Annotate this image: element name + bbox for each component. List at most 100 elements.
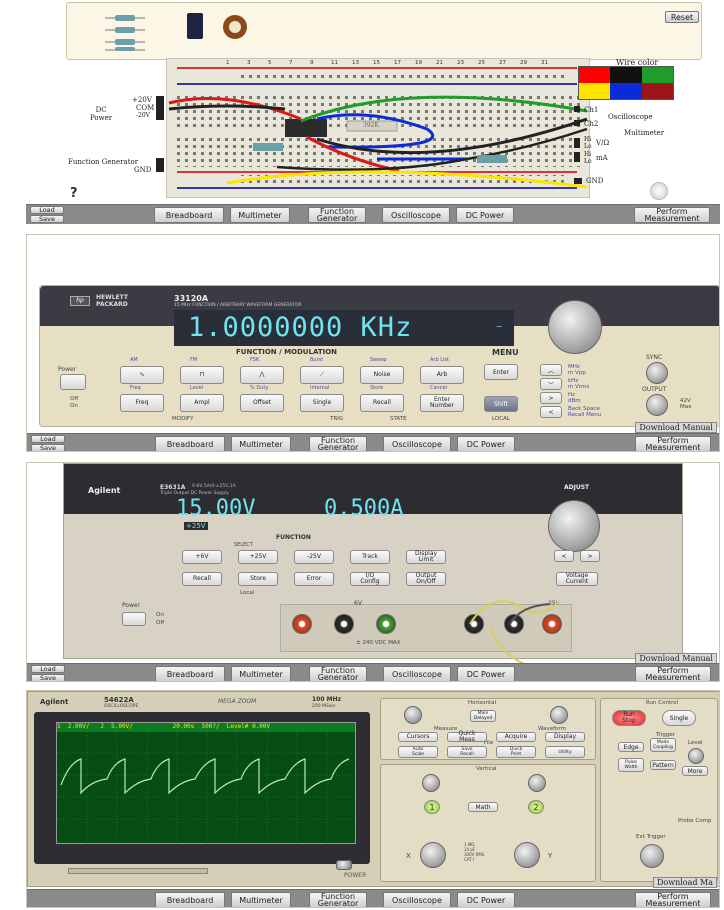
reset-button[interactable]: Reset — [665, 11, 699, 23]
ch2-button[interactable]: 2 — [528, 800, 544, 814]
breadboard-tab[interactable]: Breadboard — [155, 892, 225, 907]
wire-color-green[interactable] — [641, 67, 673, 83]
vohm-terminal[interactable] — [574, 138, 580, 148]
multimeter-tab[interactable]: Multimeter — [231, 892, 291, 907]
breadboard-tab[interactable]: Breadboard — [154, 207, 224, 223]
enter-button[interactable]: Enter — [484, 364, 518, 380]
ch2-input-connector[interactable] — [514, 842, 540, 868]
fg-function-button-1[interactable]: ∿ — [120, 366, 164, 384]
oscilloscope-tab[interactable]: Oscilloscope — [383, 436, 451, 451]
breadboard[interactable]: 392K — [166, 58, 590, 198]
osc-power-button[interactable] — [336, 860, 352, 870]
save-button[interactable]: Save — [31, 444, 65, 451]
dc-adjust-knob[interactable] — [548, 500, 600, 552]
fg-function-button-5[interactable]: Noise — [360, 366, 404, 384]
wire-color-red[interactable] — [579, 67, 611, 83]
osc-file-button-2[interactable]: Save Recall — [447, 746, 487, 758]
sync-connector[interactable] — [646, 362, 668, 384]
ch1-terminal[interactable] — [574, 106, 580, 112]
oscilloscope-tab[interactable]: Oscilloscope — [382, 207, 450, 223]
fg-modify-button-4[interactable]: Single — [300, 394, 344, 412]
wire-color-yellow[interactable] — [579, 83, 611, 99]
output-connector[interactable] — [646, 394, 668, 416]
oscilloscope-tab[interactable]: Oscilloscope — [383, 666, 451, 681]
dc-power-button[interactable] — [122, 612, 146, 626]
fg-download-manual-link[interactable]: Download Manual — [635, 422, 717, 433]
wire-color-black[interactable] — [610, 67, 642, 83]
save-button[interactable]: Save — [31, 674, 65, 681]
terminal-6v-com[interactable] — [334, 614, 354, 634]
load-button[interactable]: Load — [31, 435, 65, 443]
fg-terminal-block[interactable] — [156, 158, 164, 172]
dc-control-button-3[interactable]: Error — [294, 572, 334, 586]
gnd-right-terminal[interactable] — [574, 178, 582, 184]
dc-left-arrow[interactable]: < — [554, 550, 574, 562]
load-button[interactable]: Load — [30, 206, 64, 214]
function-generator-tab[interactable]: Function Generator — [309, 436, 367, 451]
function-generator-tab[interactable]: Function Generator — [309, 666, 367, 681]
ch2-volts-knob[interactable] — [528, 774, 546, 792]
dc-function-button-5[interactable]: Display Limit — [406, 550, 446, 564]
dc-control-button-1[interactable]: Recall — [182, 572, 222, 586]
wire-color-palette[interactable] — [578, 66, 674, 100]
osc-measure-button-1[interactable]: Cursors — [398, 732, 438, 742]
arrow-down-button[interactable]: ﹀ — [540, 378, 562, 390]
trigger-more-button[interactable]: More — [682, 766, 708, 776]
dc-function-button-1[interactable]: +6V — [182, 550, 222, 564]
oscilloscope-tab[interactable]: Oscilloscope — [383, 892, 451, 907]
math-button[interactable]: Math — [468, 802, 498, 812]
perform-measurement-button[interactable]: Perform Measurement — [635, 666, 711, 681]
ch1-button[interactable]: 1 — [424, 800, 440, 814]
trigger-edge-button[interactable]: Edge — [618, 742, 644, 752]
osc-measure-button-3[interactable]: Acquire — [496, 732, 536, 742]
multimeter-tab[interactable]: Multimeter — [230, 207, 290, 223]
trigger-pattern-button[interactable]: Pattern — [650, 760, 676, 770]
breadboard-tab[interactable]: Breadboard — [155, 666, 225, 681]
horizontal-position-knob[interactable] — [550, 706, 568, 724]
inductor-part[interactable] — [223, 15, 247, 39]
fg-modify-button-3[interactable]: Offset — [240, 394, 284, 412]
ch2-terminal[interactable] — [574, 120, 580, 126]
multimeter-tab[interactable]: Multimeter — [231, 666, 291, 681]
function-generator-tab[interactable]: Function Generator — [309, 892, 367, 907]
function-generator-tab[interactable]: Function Generator — [308, 207, 366, 223]
single-button[interactable]: Single — [662, 710, 696, 726]
arrow-up-button[interactable]: ︿ — [540, 364, 562, 376]
ch1-volts-knob[interactable] — [422, 774, 440, 792]
voltage-current-button[interactable]: Voltage Current — [556, 572, 598, 586]
trigger-mode-button[interactable]: Mode Coupling — [650, 738, 676, 752]
horizontal-scale-knob[interactable] — [404, 706, 422, 724]
fg-modify-button-1[interactable]: Freq — [120, 394, 164, 412]
arrow-right-button[interactable]: > — [540, 392, 562, 404]
terminal-ground[interactable] — [376, 614, 396, 634]
dc-power-tab[interactable]: DC Power — [456, 207, 514, 223]
main-delayed-button[interactable]: Main Delayed — [470, 710, 496, 722]
multimeter-tab[interactable]: Multimeter — [231, 436, 291, 451]
floppy-slot[interactable] — [68, 868, 208, 874]
fg-function-button-3[interactable]: ⋀ — [240, 366, 284, 384]
dc-power-tab[interactable]: DC Power — [457, 436, 515, 451]
dc-function-button-4[interactable]: Track — [350, 550, 390, 564]
dc-control-button-5[interactable]: Output On/Off — [406, 572, 446, 586]
trigger-level-knob[interactable] — [688, 748, 704, 764]
trigger-pulse-button[interactable]: Pulse Width — [618, 758, 644, 772]
breadboard-tab[interactable]: Breadboard — [155, 436, 225, 451]
wire-color-blue[interactable] — [610, 83, 642, 99]
osc-file-button-1[interactable]: Auto Scale — [398, 746, 438, 758]
fg-modify-button-2[interactable]: Ampl — [180, 394, 224, 412]
fg-modify-button-5[interactable]: Recall — [360, 394, 404, 412]
run-stop-button[interactable]: Run Stop — [612, 710, 646, 726]
fg-function-button-4[interactable]: ⟋ — [300, 366, 344, 384]
ext-trigger-connector[interactable] — [640, 844, 664, 868]
dc-control-button-2[interactable]: Store — [238, 572, 278, 586]
dc-right-arrow[interactable]: > — [580, 550, 600, 562]
osc-measure-button-2[interactable]: Quick Meas — [447, 731, 487, 743]
dc-function-button-2[interactable]: +25V — [238, 550, 278, 564]
dc-power-tab[interactable]: DC Power — [457, 666, 515, 681]
resistor-parts[interactable] — [105, 13, 145, 51]
osc-download-manual-link[interactable]: Download Ma — [653, 877, 717, 888]
capacitor-part[interactable] — [187, 13, 203, 39]
fg-knob[interactable] — [548, 300, 602, 354]
ma-terminal[interactable] — [574, 152, 580, 162]
save-button[interactable]: Save — [30, 215, 64, 223]
